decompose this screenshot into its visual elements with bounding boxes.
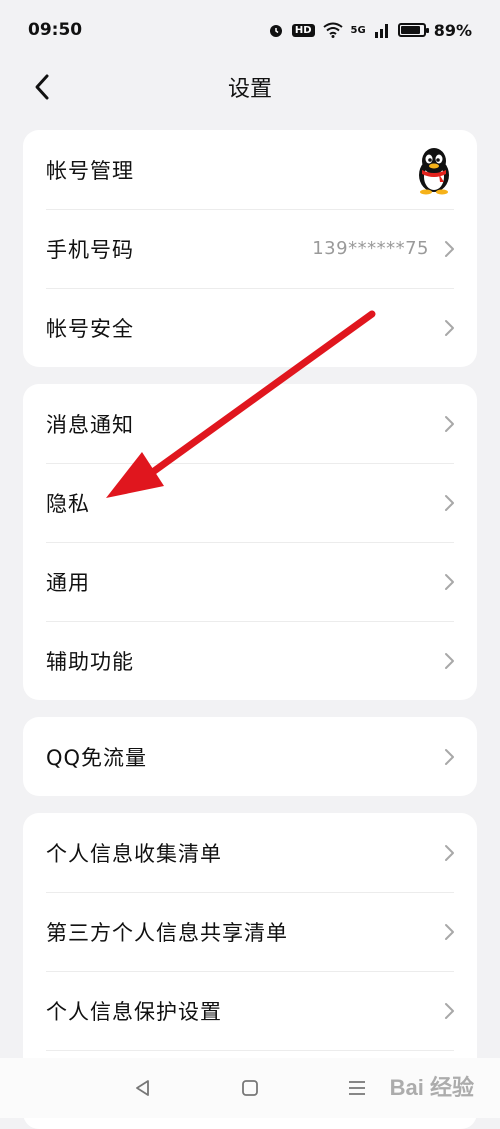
row-info-collection-list[interactable]: 个人信息收集清单 (23, 813, 477, 892)
status-bar: 09:50 HD 5G 89% (0, 0, 500, 60)
wifi-icon (322, 22, 343, 38)
row-phone-number[interactable]: 手机号码 139******75 (23, 209, 477, 288)
row-label: 消息通知 (46, 412, 134, 437)
nav-home-icon[interactable] (239, 1077, 261, 1099)
row-label: 帐号管理 (46, 158, 134, 183)
chevron-right-icon (445, 1002, 454, 1019)
status-icons: HD 5G 89% (268, 21, 472, 40)
battery-icon (397, 23, 429, 37)
status-time: 09:50 (28, 20, 83, 40)
row-privacy[interactable]: 隐私 (23, 463, 477, 542)
watermark: Bai 经验 (389, 1075, 474, 1100)
back-arrow-icon[interactable] (30, 72, 58, 102)
battery-percent: 89% (433, 20, 472, 40)
qq-penguin-avatar-icon (419, 147, 449, 194)
row-label: 帐号安全 (46, 316, 134, 341)
row-label: 手机号码 (46, 237, 134, 262)
row-general[interactable]: 通用 (23, 542, 477, 621)
chevron-right-icon (445, 748, 454, 765)
row-info-protection-settings[interactable]: 个人信息保护设置 (23, 971, 477, 1050)
account-card: 帐号管理 手机号码 139******75 帐号安全 (23, 130, 477, 367)
header: 设置 (0, 60, 500, 114)
general-card: 消息通知 隐私 通用 辅助功能 (23, 384, 477, 700)
nav-menu-icon[interactable] (346, 1077, 368, 1099)
row-label: 第三方个人信息共享清单 (46, 920, 288, 945)
phone-number-value: 139******75 (312, 238, 429, 259)
chevron-right-icon (445, 844, 454, 861)
cellular-signal-icon (374, 24, 388, 38)
chevron-right-icon (445, 415, 454, 432)
chevron-right-icon (445, 652, 454, 669)
alarm-icon (269, 25, 282, 37)
chevron-right-icon (445, 319, 454, 336)
row-accessibility[interactable]: 辅助功能 (23, 621, 477, 700)
row-label: 辅助功能 (46, 649, 134, 674)
row-account-security[interactable]: 帐号安全 (23, 288, 477, 367)
chevron-right-icon (445, 240, 454, 257)
row-qq-free-data[interactable]: QQ免流量 (23, 717, 477, 796)
row-notifications[interactable]: 消息通知 (23, 384, 477, 463)
battery-fill (400, 26, 421, 34)
row-label: 个人信息保护设置 (46, 999, 222, 1024)
row-label: 通用 (46, 570, 90, 595)
row-account-management[interactable]: 帐号管理 (23, 130, 477, 209)
hd-badge: HD (291, 23, 315, 37)
row-label: 隐私 (46, 491, 90, 516)
row-third-party-sharing-list[interactable]: 第三方个人信息共享清单 (23, 892, 477, 971)
row-label: QQ免流量 (46, 745, 148, 770)
nav-back-icon[interactable] (132, 1077, 154, 1099)
data-free-card: QQ免流量 (23, 717, 477, 796)
chevron-right-icon (445, 494, 454, 511)
page-title: 设置 (227, 77, 272, 102)
chevron-right-icon (445, 573, 454, 590)
chevron-right-icon (445, 923, 454, 940)
row-label: 个人信息收集清单 (46, 841, 222, 866)
signal-type: 5G (350, 24, 366, 36)
